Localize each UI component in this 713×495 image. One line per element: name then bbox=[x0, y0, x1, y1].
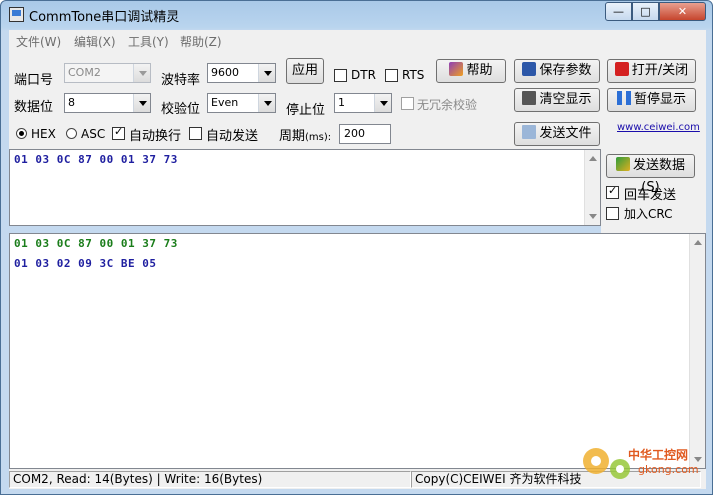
chevron-down-icon bbox=[374, 94, 391, 112]
chevron-down-icon bbox=[258, 64, 275, 82]
parity-value: Even bbox=[211, 96, 239, 109]
scroll-up-icon[interactable] bbox=[589, 156, 597, 161]
stopbits-label: 停止位 bbox=[286, 103, 326, 118]
dtr-checkbox[interactable] bbox=[334, 69, 347, 82]
title-bar[interactable]: CommTone串口调试精灵 — □ ✕ bbox=[1, 1, 712, 29]
auto-newline-label: 自动换行 bbox=[129, 129, 182, 144]
gkong-watermark-logo: 中华工控网 gkong.com bbox=[583, 447, 699, 479]
minimize-button[interactable]: — bbox=[605, 2, 632, 21]
website-link[interactable]: www.ceiwei.com bbox=[617, 122, 700, 133]
port-value: COM2 bbox=[68, 66, 101, 79]
pause-icon bbox=[616, 91, 631, 105]
menu-bar: 文件(W) 编辑(X) 工具(Y) 帮助(Z) bbox=[9, 30, 706, 51]
receive-textarea[interactable]: 01 03 0C 87 00 01 37 73 01 03 02 09 3C B… bbox=[9, 233, 706, 469]
send-icon bbox=[615, 157, 630, 171]
add-crc-checkbox[interactable] bbox=[606, 207, 619, 220]
period-unit: (ms): bbox=[305, 132, 332, 143]
apply-button[interactable]: 应用 bbox=[286, 58, 324, 84]
settings-panel: 端口号 COM2 波特率 9600 应用 DTR RTS 帮助 保存参数 打开/… bbox=[9, 51, 706, 149]
open-close-button[interactable]: 打开/关闭 bbox=[607, 59, 696, 83]
baud-label: 波特率 bbox=[161, 73, 201, 88]
pause-display-label: 暂停显示 bbox=[633, 92, 686, 107]
chevron-down-icon bbox=[133, 64, 150, 82]
pause-display-button[interactable]: 暂停显示 bbox=[607, 88, 696, 112]
menu-edit[interactable]: 编辑(X) bbox=[74, 33, 116, 50]
auto-newline-checkbox[interactable] bbox=[112, 125, 125, 140]
help-label: 帮助 bbox=[466, 63, 493, 78]
status-counts: COM2, Read: 14(Bytes) | Write: 16(Bytes) bbox=[9, 471, 411, 488]
clear-display-button[interactable]: 清空显示 bbox=[514, 88, 600, 112]
dtr-label: DTR bbox=[351, 68, 376, 82]
scroll-down-icon[interactable] bbox=[589, 214, 597, 219]
asc-radio[interactable] bbox=[66, 128, 77, 139]
close-button[interactable]: ✕ bbox=[659, 2, 706, 21]
port-label: 端口号 bbox=[14, 73, 54, 88]
hex-radio[interactable] bbox=[16, 128, 27, 139]
asc-label: ASC bbox=[81, 127, 106, 141]
window-title: CommTone串口调试精灵 bbox=[29, 10, 180, 25]
port-select[interactable]: COM2 bbox=[64, 63, 151, 83]
trash-icon bbox=[522, 91, 537, 105]
maximize-button[interactable]: □ bbox=[632, 2, 659, 21]
scroll-up-icon[interactable] bbox=[694, 240, 702, 245]
app-window: CommTone串口调试精灵 — □ ✕ 文件(W) 编辑(X) 工具(Y) 帮… bbox=[0, 0, 713, 495]
clear-display-label: 清空显示 bbox=[539, 92, 592, 107]
book-icon bbox=[449, 62, 464, 76]
rts-label: RTS bbox=[402, 68, 425, 82]
enter-send-label: 回车发送 bbox=[624, 188, 677, 203]
send-file-icon bbox=[522, 125, 537, 139]
send-textarea[interactable]: 01 03 0C 87 00 01 37 73 bbox=[9, 149, 601, 226]
add-crc-label: 加入CRC bbox=[624, 207, 673, 221]
baud-select[interactable]: 9600 bbox=[207, 63, 276, 83]
receive-line: 01 03 02 09 3C BE 05 bbox=[14, 257, 157, 270]
menu-help[interactable]: 帮助(Z) bbox=[180, 33, 222, 50]
stopbits-value: 1 bbox=[338, 96, 345, 109]
save-params-button[interactable]: 保存参数 bbox=[514, 59, 600, 83]
send-data-button[interactable]: 发送数据(S) bbox=[606, 154, 695, 195]
baud-value: 9600 bbox=[211, 66, 239, 79]
save-icon bbox=[522, 62, 537, 76]
period-label: 周期(ms): bbox=[279, 125, 331, 144]
databits-value: 8 bbox=[68, 96, 75, 109]
menu-tools[interactable]: 工具(Y) bbox=[128, 33, 169, 50]
receive-line: 01 03 0C 87 00 01 37 73 bbox=[14, 237, 178, 250]
send-file-label: 发送文件 bbox=[539, 126, 592, 141]
send-file-button[interactable]: 发送文件 bbox=[514, 122, 600, 146]
chevron-down-icon bbox=[133, 94, 150, 112]
period-label-text: 周期 bbox=[279, 129, 306, 144]
help-button[interactable]: 帮助 bbox=[436, 59, 506, 83]
watermark-domain: gkong.com bbox=[638, 463, 699, 476]
watermark-title: 中华工控网 bbox=[628, 447, 688, 462]
app-icon bbox=[9, 7, 24, 22]
send-options-panel: 发送数据(S) 回车发送 加入CRC bbox=[601, 149, 706, 233]
enter-send-checkbox[interactable] bbox=[606, 184, 619, 199]
chevron-down-icon bbox=[258, 94, 275, 112]
parity-label: 校验位 bbox=[161, 102, 201, 117]
databits-select[interactable]: 8 bbox=[64, 93, 151, 113]
databits-label: 数据位 bbox=[14, 100, 54, 115]
save-params-label: 保存参数 bbox=[539, 63, 592, 78]
redundant-check-checkbox[interactable] bbox=[401, 97, 414, 110]
parity-select[interactable]: Even bbox=[207, 93, 276, 113]
auto-send-checkbox[interactable] bbox=[189, 127, 202, 140]
hex-label: HEX bbox=[31, 127, 56, 141]
receive-scrollbar[interactable] bbox=[689, 234, 705, 468]
auto-send-label: 自动发送 bbox=[206, 129, 259, 144]
period-input[interactable]: 200 bbox=[339, 124, 391, 144]
rts-checkbox[interactable] bbox=[385, 69, 398, 82]
stopbits-select[interactable]: 1 bbox=[334, 93, 392, 113]
send-line: 01 03 0C 87 00 01 37 73 bbox=[14, 153, 178, 166]
stop-icon bbox=[614, 62, 629, 76]
menu-file[interactable]: 文件(W) bbox=[16, 33, 61, 50]
open-close-label: 打开/关闭 bbox=[631, 63, 689, 78]
redundant-check-label: 无冗余校验 bbox=[417, 98, 478, 112]
send-scrollbar[interactable] bbox=[584, 150, 600, 225]
